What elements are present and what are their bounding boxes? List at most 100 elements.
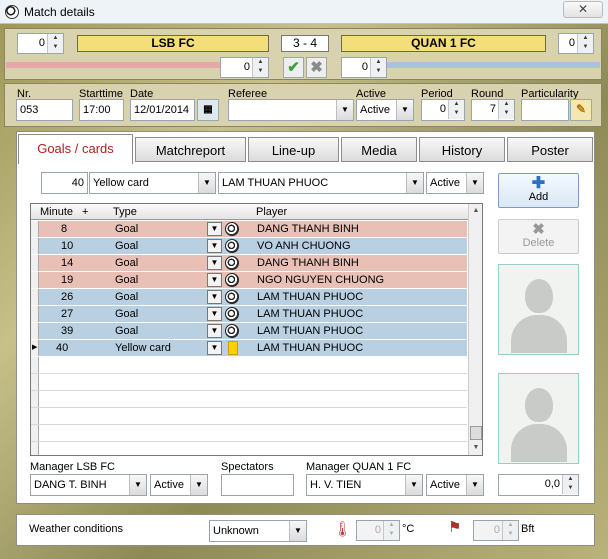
confirm-check-icon[interactable]: ✔	[283, 57, 304, 78]
weather-select[interactable]: Unknown ▼	[209, 520, 307, 542]
chevron-down-icon[interactable]: ▼	[396, 100, 413, 120]
down-arrow-icon[interactable]: ▼	[371, 67, 386, 76]
chevron-down-icon[interactable]: ▼	[207, 290, 222, 304]
tab-goals-cards[interactable]: Goals / cards	[18, 134, 133, 164]
player-select[interactable]: LAM THUAN PHUOC ▼	[218, 172, 424, 194]
rating-stepper[interactable]: 0,0 ▲ ▼	[498, 474, 579, 496]
away-number-stepper[interactable]: 0 ▲ ▼	[558, 33, 594, 54]
tab-history[interactable]: History	[419, 137, 505, 162]
delete-button[interactable]: ✖ Delete	[498, 219, 579, 254]
empty-row[interactable]	[31, 374, 467, 391]
scroll-down-icon[interactable]: ▼	[469, 441, 482, 455]
up-arrow-icon[interactable]: ▲	[449, 100, 464, 109]
chevron-down-icon[interactable]: ▼	[466, 173, 483, 193]
cancel-x-icon[interactable]: ✖	[306, 57, 327, 78]
scroll-thumb[interactable]	[470, 426, 482, 440]
empty-row[interactable]	[31, 442, 467, 455]
up-arrow-icon[interactable]: ▲	[371, 58, 386, 67]
chevron-down-icon[interactable]: ▼	[207, 341, 222, 355]
home-manager-status-select[interactable]: Active ▼	[150, 474, 208, 496]
up-arrow-icon[interactable]: ▲	[253, 58, 268, 67]
table-row[interactable]: 10 Goal ▼ VO ANH CHUONG	[31, 238, 467, 255]
active-select[interactable]: Active ▼	[356, 99, 414, 121]
table-row[interactable]: 26 Goal ▼ LAM THUAN PHUOC	[31, 289, 467, 306]
row-selector[interactable]	[31, 255, 39, 271]
table-row[interactable]: 19 Goal ▼ NGO NGUYEN CHUONG	[31, 272, 467, 289]
scroll-up-icon[interactable]: ▲	[469, 204, 482, 218]
chevron-down-icon[interactable]: ▼	[207, 307, 222, 321]
chevron-down-icon[interactable]: ▼	[405, 475, 422, 495]
up-arrow-icon[interactable]: ▲	[48, 34, 63, 43]
up-arrow-icon[interactable]: ▲	[499, 100, 514, 109]
row-selector[interactable]	[31, 238, 39, 254]
chevron-down-icon[interactable]: ▼	[207, 273, 222, 287]
referee-select[interactable]: ▼	[228, 99, 354, 121]
calendar-icon[interactable]: ▦	[197, 99, 219, 121]
chevron-down-icon[interactable]: ▼	[207, 222, 222, 236]
up-arrow-icon[interactable]: ▲	[384, 521, 399, 530]
vertical-scrollbar[interactable]: ▲ ▼	[468, 204, 482, 455]
row-selector[interactable]	[31, 272, 39, 288]
empty-row[interactable]	[31, 357, 467, 374]
down-arrow-icon[interactable]: ▼	[48, 43, 63, 52]
down-arrow-icon[interactable]: ▼	[563, 484, 578, 493]
tab-poster[interactable]: Poster	[507, 137, 593, 162]
chevron-down-icon[interactable]: ▼	[207, 239, 222, 253]
away-extra-stepper[interactable]: 0 ▲ ▼	[341, 57, 387, 78]
temperature-stepper[interactable]: 0 ▲ ▼	[356, 520, 400, 541]
down-arrow-icon[interactable]: ▼	[253, 67, 268, 76]
row-selector[interactable]	[31, 306, 39, 322]
table-row[interactable]: ▶ 40 Yellow card ▼ LAM THUAN PHUOC	[31, 340, 467, 357]
minute-field[interactable]: 40	[41, 172, 88, 194]
away-manager-status-select[interactable]: Active ▼	[426, 474, 484, 496]
entry-status-select[interactable]: Active ▼	[426, 172, 484, 194]
down-arrow-icon[interactable]: ▼	[449, 109, 464, 118]
up-arrow-icon[interactable]: ▲	[503, 521, 518, 530]
row-selector[interactable]	[31, 357, 39, 373]
down-arrow-icon[interactable]: ▼	[578, 43, 593, 52]
home-extra-stepper[interactable]: 0 ▲ ▼	[220, 57, 269, 78]
home-manager-select[interactable]: DANG T. BINH ▼	[30, 474, 147, 496]
chevron-down-icon[interactable]: ▼	[190, 475, 207, 495]
row-selector[interactable]	[31, 374, 39, 390]
chevron-down-icon[interactable]: ▼	[198, 173, 215, 193]
down-arrow-icon[interactable]: ▼	[384, 530, 399, 539]
up-arrow-icon[interactable]: ▲	[578, 34, 593, 43]
table-row[interactable]: 14 Goal ▼ DANG THANH BINH	[31, 255, 467, 272]
chevron-down-icon[interactable]: ▼	[129, 475, 146, 495]
date-field[interactable]: 12/01/2014	[130, 99, 195, 121]
add-button[interactable]: ✚ Add	[498, 173, 579, 208]
period-stepper[interactable]: 0 ▲ ▼	[421, 99, 465, 121]
row-selector[interactable]	[31, 391, 39, 407]
close-button[interactable]: ✕	[563, 1, 603, 18]
row-selector[interactable]	[31, 408, 39, 424]
chevron-down-icon[interactable]: ▼	[207, 324, 222, 338]
row-selector[interactable]: ▶	[31, 340, 39, 356]
starttime-field[interactable]: 17:00	[79, 99, 124, 121]
row-selector[interactable]	[31, 442, 39, 455]
event-type-select[interactable]: Yellow card ▼	[89, 172, 216, 194]
home-number-stepper[interactable]: 0 ▲ ▼	[17, 33, 64, 54]
nr-field[interactable]: 053	[16, 99, 73, 121]
down-arrow-icon[interactable]: ▼	[499, 109, 514, 118]
chevron-down-icon[interactable]: ▼	[207, 256, 222, 270]
spectators-field[interactable]	[221, 474, 294, 496]
wind-stepper[interactable]: 0 ▲ ▼	[473, 520, 519, 541]
row-selector[interactable]	[31, 323, 39, 339]
tab-media[interactable]: Media	[341, 137, 417, 162]
tab-matchreport[interactable]: Matchreport	[135, 137, 246, 162]
table-row[interactable]: 27 Goal ▼ LAM THUAN PHUOC	[31, 306, 467, 323]
down-arrow-icon[interactable]: ▼	[503, 530, 518, 539]
empty-row[interactable]	[31, 408, 467, 425]
row-selector[interactable]	[31, 289, 39, 305]
empty-row[interactable]	[31, 391, 467, 408]
empty-row[interactable]	[31, 425, 467, 442]
up-arrow-icon[interactable]: ▲	[563, 475, 578, 484]
particularity-field[interactable]	[521, 99, 569, 121]
row-selector[interactable]	[31, 425, 39, 441]
round-stepper[interactable]: 7 ▲ ▼	[471, 99, 515, 121]
chevron-down-icon[interactable]: ▼	[289, 521, 306, 541]
chevron-down-icon[interactable]: ▼	[336, 100, 353, 120]
away-manager-select[interactable]: H. V. TIEN ▼	[306, 474, 423, 496]
chevron-down-icon[interactable]: ▼	[406, 173, 423, 193]
